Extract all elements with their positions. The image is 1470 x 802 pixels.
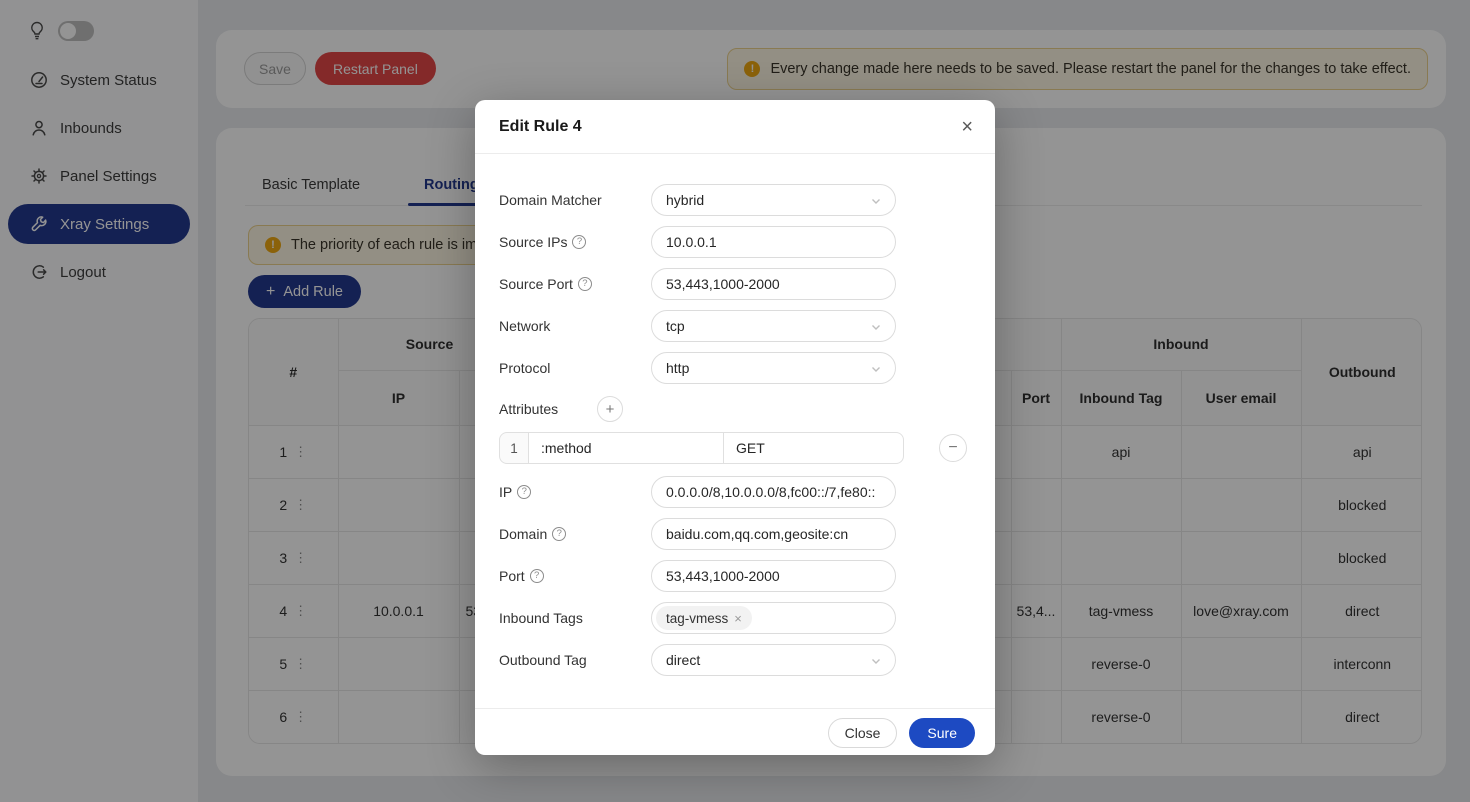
attribute-row: 1 − <box>499 432 971 464</box>
field-domain-matcher: Domain Matcher hybrid <box>499 184 971 216</box>
field-inbound-tags: Inbound Tags tag-vmess × <box>499 602 971 634</box>
source-port-input[interactable] <box>651 268 896 300</box>
help-icon[interactable]: ? <box>578 277 592 291</box>
field-source-port: Source Port? <box>499 268 971 300</box>
field-label: Inbound Tags <box>499 602 583 634</box>
attribute-key-input[interactable] <box>528 432 724 464</box>
field-label: Port <box>499 560 525 592</box>
sure-button[interactable]: Sure <box>909 718 975 748</box>
domain-input[interactable] <box>651 518 896 550</box>
close-button[interactable]: Close <box>828 718 898 748</box>
field-label: Domain <box>499 518 547 550</box>
outbound-tag-select[interactable]: direct <box>651 644 896 676</box>
field-network: Network tcp <box>499 310 971 342</box>
add-attribute-button[interactable]: + <box>597 396 623 422</box>
field-label: Source Port <box>499 268 573 300</box>
domain-matcher-select[interactable]: hybrid <box>651 184 896 216</box>
chevron-down-icon <box>870 363 882 375</box>
field-label: Network <box>499 310 550 342</box>
modal-footer-divider <box>475 708 995 709</box>
help-icon[interactable]: ? <box>572 235 586 249</box>
field-source-ips: Source IPs? <box>499 226 971 258</box>
field-ip: IP? <box>499 476 971 508</box>
network-select[interactable]: tcp <box>651 310 896 342</box>
help-icon[interactable]: ? <box>517 485 531 499</box>
tag-chip: tag-vmess × <box>656 606 752 630</box>
app-screen: System Status Inbounds Panel Settings Xr… <box>0 0 1470 802</box>
field-protocol: Protocol http <box>499 352 971 384</box>
help-icon[interactable]: ? <box>552 527 566 541</box>
port-input[interactable] <box>651 560 896 592</box>
field-label: Outbound Tag <box>499 644 587 676</box>
tag-chip-label: tag-vmess <box>666 611 728 626</box>
ip-input[interactable] <box>651 476 896 508</box>
attribute-index: 1 <box>499 432 529 464</box>
chevron-down-icon <box>870 321 882 333</box>
chevron-down-icon <box>870 195 882 207</box>
field-label: Domain Matcher <box>499 184 602 216</box>
close-icon[interactable]: × <box>961 117 973 137</box>
help-icon[interactable]: ? <box>530 569 544 583</box>
protocol-select[interactable]: http <box>651 352 896 384</box>
modal-title: Edit Rule 4 <box>499 118 582 136</box>
field-domain: Domain? <box>499 518 971 550</box>
field-outbound-tag: Outbound Tag direct <box>499 644 971 676</box>
field-label: Attributes <box>499 396 558 422</box>
select-value: hybrid <box>666 192 704 208</box>
field-port: Port? <box>499 560 971 592</box>
field-attributes: Attributes + <box>499 396 971 422</box>
remove-tag-icon[interactable]: × <box>734 611 742 626</box>
field-label: Source IPs <box>499 226 567 258</box>
field-label: Protocol <box>499 352 550 384</box>
source-ips-input[interactable] <box>651 226 896 258</box>
edit-rule-modal: Edit Rule 4 × Domain Matcher hybrid Sour… <box>475 100 995 755</box>
select-value: http <box>666 360 689 376</box>
inbound-tags-input[interactable]: tag-vmess × <box>651 602 896 634</box>
attribute-value-input[interactable] <box>723 432 904 464</box>
select-value: tcp <box>666 318 685 334</box>
chevron-down-icon <box>870 655 882 667</box>
field-label: IP <box>499 476 512 508</box>
remove-attribute-button[interactable]: − <box>939 434 967 462</box>
select-value: direct <box>666 652 700 668</box>
